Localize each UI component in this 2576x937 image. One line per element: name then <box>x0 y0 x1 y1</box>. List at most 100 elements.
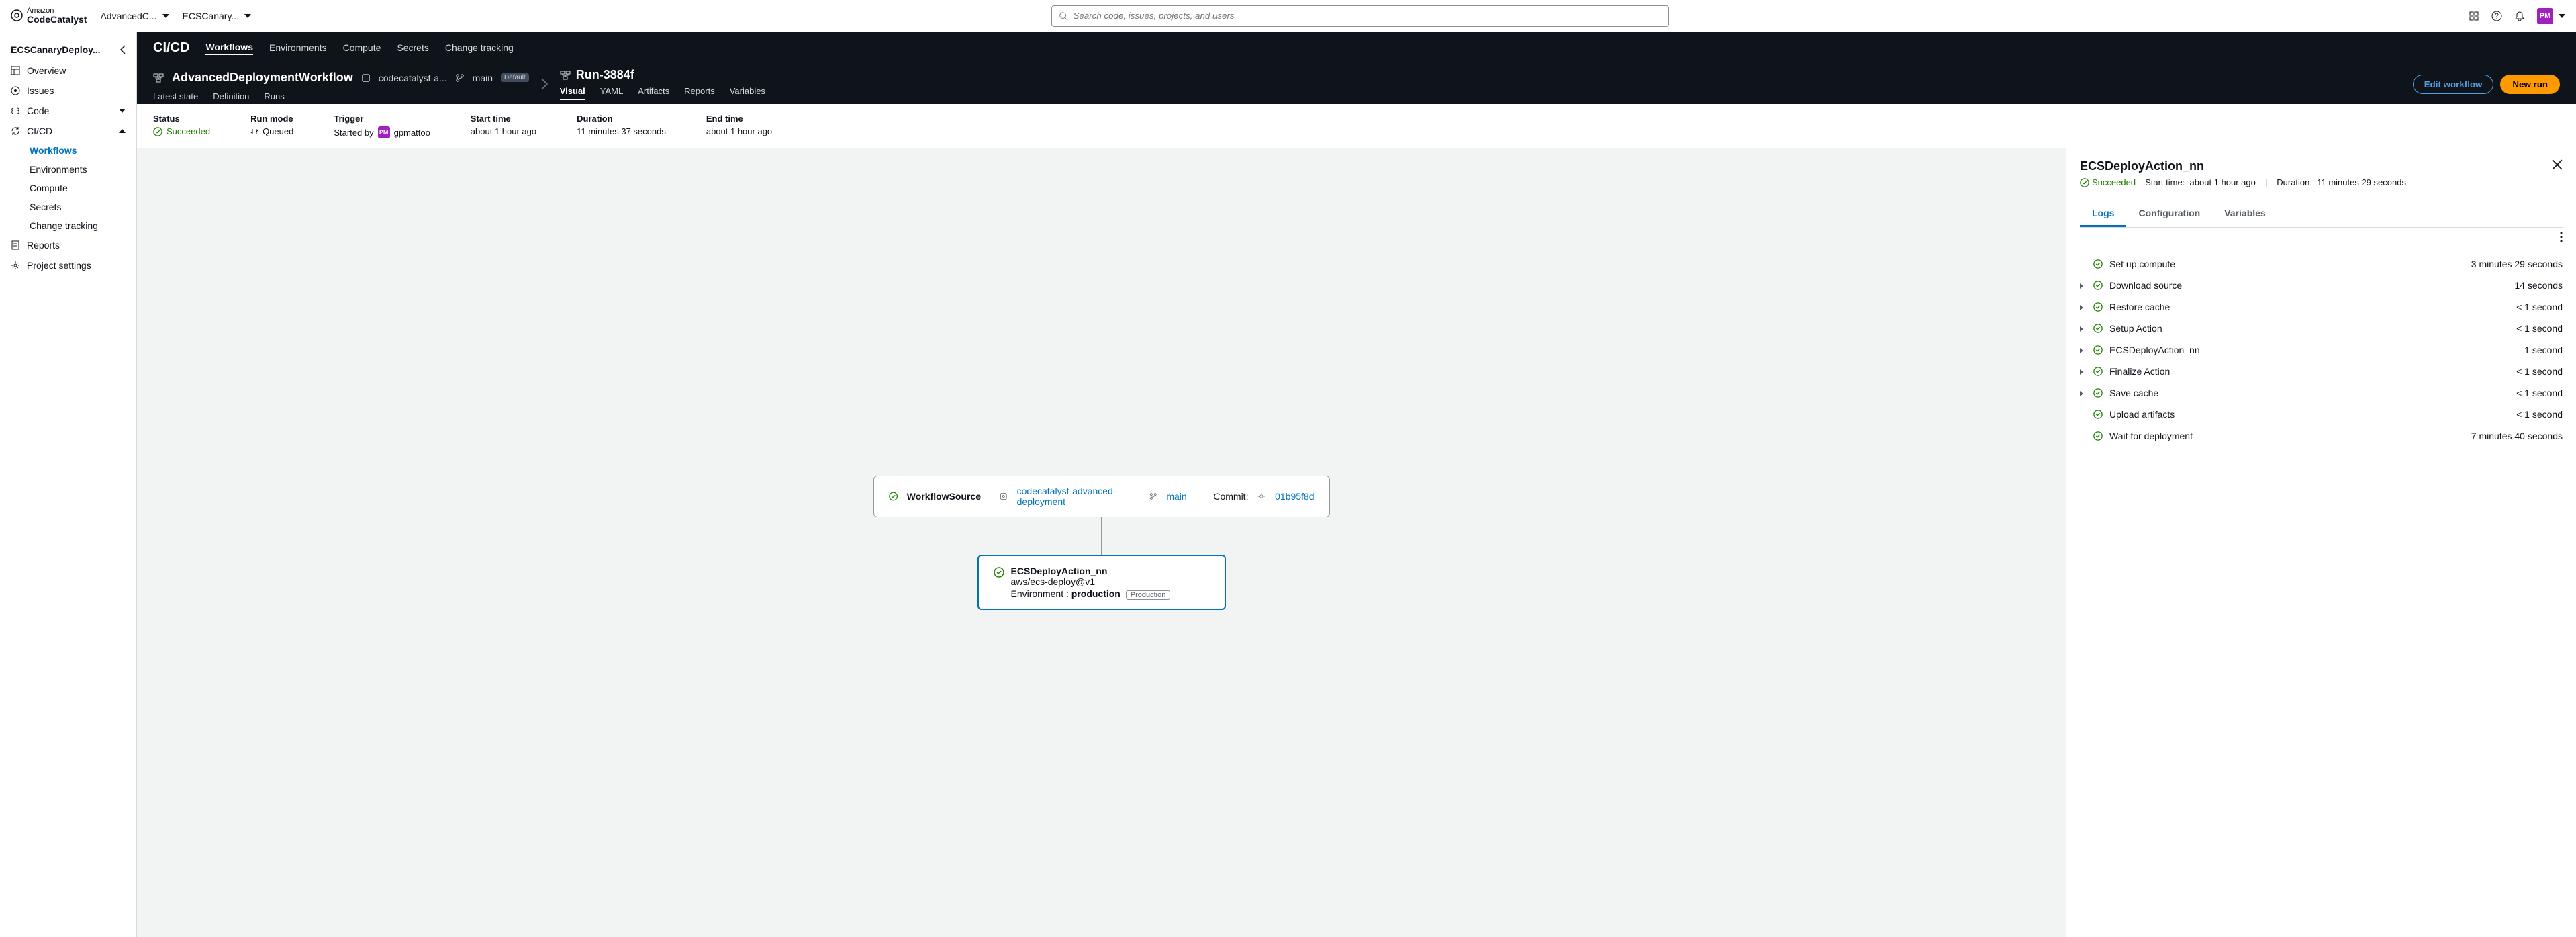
main-content: CI/CD Workflows Environments Compute Sec… <box>137 32 2576 937</box>
logo[interactable]: Amazon CodeCatalyst <box>11 7 87 25</box>
overview-icon <box>11 66 20 75</box>
detail-trigger: Trigger Started byPMgpmattoo <box>334 114 430 138</box>
cicd-header: CI/CD Workflows Environments Compute Sec… <box>137 32 2576 104</box>
wf-tab-latest[interactable]: Latest state <box>153 91 198 104</box>
apps-icon[interactable] <box>2469 11 2479 21</box>
sidebar-sub-compute[interactable]: Compute <box>0 179 136 197</box>
sidebar-item-code[interactable]: Code <box>0 101 136 121</box>
section-title: CI/CD <box>153 40 189 56</box>
workflow-repo: codecatalyst-a... <box>379 73 447 83</box>
sidebar-project-header[interactable]: ECSCanaryDeploy... <box>0 39 136 60</box>
check-icon <box>2080 178 2089 187</box>
expand-icon <box>2080 302 2087 312</box>
sidebar-item-issues[interactable]: Issues <box>0 81 136 101</box>
sidebar-item-label: Reports <box>27 240 60 251</box>
search-box[interactable] <box>1051 5 1669 27</box>
meta-value: about 1 hour ago <box>2190 177 2256 187</box>
detail-start: Start time about 1 hour ago <box>471 114 536 138</box>
check-icon <box>2093 324 2103 333</box>
breadcrumb-space[interactable]: AdvancedC... <box>100 11 169 21</box>
help-icon[interactable] <box>2491 11 2502 21</box>
log-row[interactable]: Wait for deployment7 minutes 40 seconds <box>2066 425 2576 447</box>
repo-link[interactable]: codecatalyst-advanced-deployment <box>1017 486 1140 507</box>
sidebar-sub-secrets[interactable]: Secrets <box>0 197 136 216</box>
log-row[interactable]: Finalize Action< 1 second <box>2066 361 2576 382</box>
branch-link[interactable]: main <box>1166 491 1186 502</box>
cicd-icon <box>11 126 20 136</box>
tab-compute[interactable]: Compute <box>343 42 381 54</box>
log-row[interactable]: Upload artifacts< 1 second <box>2066 404 2576 425</box>
breadcrumb: AdvancedC... ECSCanary... <box>100 11 251 21</box>
default-badge: Default <box>501 73 529 82</box>
panel-more-icon[interactable] <box>2560 232 2563 242</box>
expand-icon <box>2080 388 2087 398</box>
breadcrumb-separator <box>529 78 560 90</box>
check-icon <box>2093 410 2103 419</box>
expand-icon <box>2080 280 2087 291</box>
sidebar-item-project-settings[interactable]: Project settings <box>0 255 136 275</box>
commit-link[interactable]: 01b95f8d <box>1275 491 1314 502</box>
close-panel-button[interactable] <box>2552 159 2563 170</box>
sidebar-sub-change-tracking[interactable]: Change tracking <box>0 216 136 235</box>
panel-tab-variables[interactable]: Variables <box>2212 201 2278 227</box>
run-tab-reports[interactable]: Reports <box>684 86 715 100</box>
run-tab-visual[interactable]: Visual <box>560 86 585 100</box>
commit-icon <box>1257 492 1266 501</box>
expand-icon <box>2080 366 2087 377</box>
log-row[interactable]: Save cache< 1 second <box>2066 382 2576 404</box>
node-title: ECSDeployAction_nn <box>1011 566 1108 576</box>
meta-label: Start time: <box>2145 177 2185 187</box>
panel-tab-logs[interactable]: Logs <box>2080 201 2126 227</box>
sidebar-item-reports[interactable]: Reports <box>0 235 136 255</box>
wf-tab-definition[interactable]: Definition <box>213 91 249 104</box>
tab-workflows[interactable]: Workflows <box>205 42 253 55</box>
commit-label: Commit: <box>1213 491 1248 502</box>
sidebar-sub-environments[interactable]: Environments <box>0 160 136 179</box>
sidebar-item-cicd[interactable]: CI/CD <box>0 121 136 141</box>
breadcrumb-project[interactable]: ECSCanary... <box>183 11 252 21</box>
check-icon <box>994 567 1004 578</box>
connector <box>1101 517 1102 555</box>
log-name: Restore cache <box>2109 302 2170 312</box>
run-tab-yaml[interactable]: YAML <box>600 86 623 100</box>
log-row[interactable]: Setup Action< 1 second <box>2066 318 2576 339</box>
log-duration: < 1 second <box>2516 409 2563 420</box>
log-row[interactable]: Set up compute3 minutes 29 seconds <box>2066 253 2576 275</box>
edit-workflow-button[interactable]: Edit workflow <box>2413 75 2494 94</box>
tab-change-tracking[interactable]: Change tracking <box>445 42 514 54</box>
bell-icon[interactable] <box>2514 11 2525 21</box>
log-row[interactable]: Restore cache< 1 second <box>2066 296 2576 318</box>
user-menu[interactable]: PM <box>2537 8 2565 24</box>
tab-secrets[interactable]: Secrets <box>397 42 428 54</box>
run-tab-variables[interactable]: Variables <box>730 86 765 100</box>
caret-down-icon <box>244 14 251 18</box>
logo-text: Amazon CodeCatalyst <box>27 7 87 25</box>
node-title: WorkflowSource <box>907 491 981 502</box>
search-input[interactable] <box>1074 11 1662 21</box>
log-row[interactable]: ECSDeployAction_nn1 second <box>2066 339 2576 361</box>
logo-icon <box>11 9 23 21</box>
sidebar-item-overview[interactable]: Overview <box>0 60 136 81</box>
workflow-canvas[interactable]: WorkflowSource codecatalyst-advanced-dep… <box>137 148 2066 937</box>
check-icon <box>2093 259 2103 269</box>
run-tab-artifacts[interactable]: Artifacts <box>638 86 669 100</box>
avatar: PM <box>378 126 390 138</box>
env-value: production <box>1071 588 1120 599</box>
expand-icon <box>2080 323 2087 334</box>
log-duration: 1 second <box>2524 345 2563 355</box>
sidebar-sub-workflows[interactable]: Workflows <box>0 141 136 160</box>
header-actions: PM <box>2469 8 2565 24</box>
ecs-deploy-node[interactable]: ECSDeployAction_nn aws/ecs-deploy@v1 Env… <box>977 555 1226 610</box>
workflow-source-node[interactable]: WorkflowSource codecatalyst-advanced-dep… <box>873 476 1330 517</box>
tab-environments[interactable]: Environments <box>269 42 327 54</box>
wf-tab-runs[interactable]: Runs <box>264 91 284 104</box>
node-subtitle: aws/ecs-deploy@v1 <box>1011 576 1171 587</box>
log-row[interactable]: Download source14 seconds <box>2066 275 2576 296</box>
log-name: Set up compute <box>2109 259 2175 269</box>
sidebar-item-label: Issues <box>27 85 54 96</box>
panel-tab-configuration[interactable]: Configuration <box>2126 201 2212 227</box>
log-duration: 7 minutes 40 seconds <box>2471 431 2563 441</box>
meta-value: 11 minutes 29 seconds <box>2317 177 2406 187</box>
issues-icon <box>11 86 20 95</box>
new-run-button[interactable]: New run <box>2500 75 2560 94</box>
